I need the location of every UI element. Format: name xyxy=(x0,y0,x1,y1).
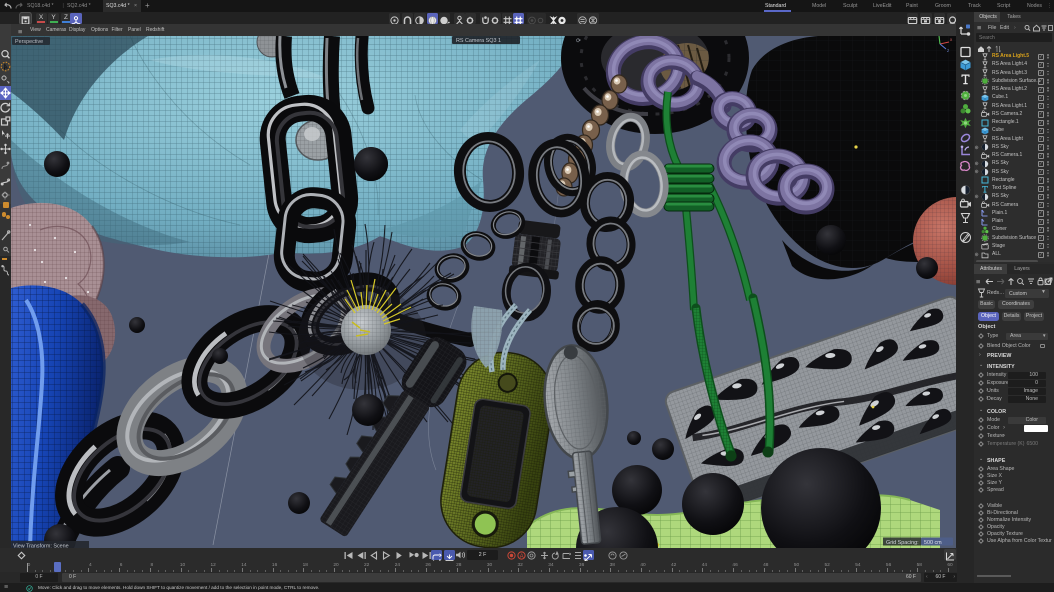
svg-text:A: A xyxy=(520,553,524,559)
svg-text:Grid Spacing:: Grid Spacing: xyxy=(886,540,919,546)
svg-text:Perspective: Perspective xyxy=(15,39,43,45)
svg-text:⟳: ⟳ xyxy=(576,39,581,45)
svg-text:RS Camera SQ3 1: RS Camera SQ3 1 xyxy=(456,38,501,44)
svg-text:500 cm: 500 cm xyxy=(924,540,942,546)
